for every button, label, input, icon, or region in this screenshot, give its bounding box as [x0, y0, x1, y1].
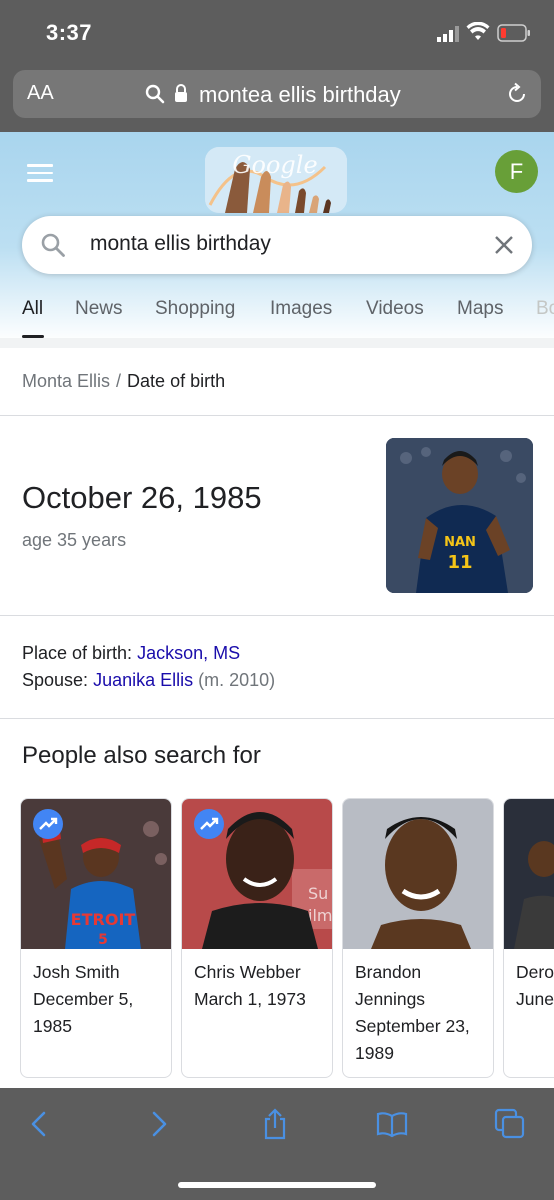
cellular-signal-icon — [437, 26, 459, 42]
tab-books[interactable]: Bo — [536, 298, 554, 320]
battery-icon — [497, 24, 530, 42]
tab-news[interactable]: News — [75, 298, 123, 320]
search-input[interactable]: monta ellis birthday — [90, 232, 271, 256]
breadcrumb: Monta Ellis / Date of birth — [22, 371, 225, 392]
spouse-note: (m. 2010) — [198, 670, 276, 690]
reader-settings-button[interactable]: AA — [27, 82, 54, 105]
person-card-text: Brandon Jennings September 23, 1989 — [355, 959, 493, 1067]
google-doodle[interactable]: Google — [205, 147, 347, 213]
reload-icon[interactable] — [505, 82, 529, 106]
place-of-birth-link[interactable]: Jackson, MS — [137, 643, 240, 663]
person-photo — [504, 799, 554, 949]
person-photo: Su ilm — [182, 799, 332, 949]
breadcrumb-subject[interactable]: Monta Ellis — [22, 371, 110, 391]
fact-label: Spouse: — [22, 670, 89, 690]
person-card[interactable]: Su ilm Chris Webber March 1, 1973 — [181, 798, 333, 1078]
person-photo: ETROIT 5 — [21, 799, 171, 949]
svg-text:ETROIT: ETROIT — [71, 910, 136, 929]
trending-icon — [194, 809, 224, 839]
svg-text:NAN: NAN — [444, 535, 476, 550]
person-card-text: Chris Webber March 1, 1973 — [194, 959, 332, 1013]
tab-all[interactable]: All — [22, 298, 43, 320]
facts-list: Place of birth: Jackson, MS Spouse: Juan… — [22, 640, 275, 694]
search-icon[interactable] — [40, 232, 66, 258]
tab-shopping[interactable]: Shopping — [155, 298, 235, 320]
status-time: 3:37 — [46, 20, 93, 45]
divider — [0, 415, 554, 416]
wifi-icon — [466, 22, 490, 40]
status-bar: 3:37 — [0, 0, 554, 64]
svg-text:Su: Su — [308, 884, 328, 903]
person-photo — [343, 799, 493, 949]
people-carousel[interactable]: ETROIT 5 Josh Smith December 5, 1985 Su … — [20, 798, 554, 1080]
tab-maps[interactable]: Maps — [457, 298, 503, 320]
svg-text:5: 5 — [98, 932, 108, 948]
forward-icon[interactable] — [142, 1108, 174, 1140]
divider — [0, 718, 554, 719]
player-photo[interactable]: NAN 11 — [386, 438, 533, 593]
svg-text:ilm: ilm — [308, 906, 332, 925]
search-icon — [145, 84, 165, 104]
person-name: Josh Smith — [33, 962, 120, 982]
person-name: Jennings — [355, 989, 426, 1009]
spouse-link[interactable]: Juanika Ellis — [93, 670, 193, 690]
person-card[interactable]: ETROIT 5 Josh Smith December 5, 1985 — [20, 798, 172, 1078]
svg-text:11: 11 — [447, 552, 472, 573]
person-birthdate: 1989 — [355, 1043, 394, 1063]
fact-spouse: Spouse: Juanika Ellis (m. 2010) — [22, 667, 275, 694]
divider — [0, 615, 554, 616]
search-box[interactable]: monta ellis birthday — [22, 216, 532, 274]
person-birthdate: March 1, 1973 — [194, 989, 306, 1009]
share-icon[interactable] — [259, 1108, 291, 1140]
answer-age: age 35 years — [22, 530, 127, 550]
breadcrumb-attribute: Date of birth — [127, 371, 226, 391]
trending-icon — [33, 809, 63, 839]
account-avatar[interactable]: F — [495, 150, 538, 193]
home-indicator[interactable] — [178, 1182, 376, 1188]
fact-place-of-birth: Place of birth: Jackson, MS — [22, 640, 275, 667]
hamburger-menu-icon[interactable] — [27, 164, 53, 182]
person-name: Dero — [516, 962, 554, 982]
person-card[interactable]: Brandon Jennings September 23, 1989 — [342, 798, 494, 1078]
person-birthdate: June — [516, 989, 554, 1009]
person-card-text: Dero June — [516, 959, 554, 1013]
address-bar[interactable]: AA montea ellis birthday — [13, 70, 541, 118]
tab-images[interactable]: Images — [270, 298, 332, 320]
fact-label: Place of birth: — [22, 643, 133, 663]
url-text: montea ellis birthday — [199, 82, 401, 107]
person-birthdate: December 5, — [33, 989, 134, 1009]
person-card[interactable]: Dero June — [503, 798, 554, 1078]
search-tabs: All News Shopping Images Videos Maps Bo — [0, 292, 554, 342]
bookmarks-icon[interactable] — [376, 1108, 408, 1140]
clear-icon[interactable] — [492, 233, 516, 257]
person-birthdate: September 23, — [355, 1016, 470, 1036]
person-name: Chris Webber — [194, 962, 301, 982]
section-separator — [0, 338, 554, 348]
tabs-icon[interactable] — [494, 1108, 526, 1140]
svg-text:Google: Google — [232, 151, 317, 179]
browser-address-area: AA montea ellis birthday — [0, 64, 554, 132]
person-birthdate: 1985 — [33, 1016, 72, 1036]
google-header: Google F monta ellis birthday All News S… — [0, 132, 554, 342]
people-also-search-title: People also search for — [22, 742, 261, 769]
lock-icon — [175, 84, 187, 102]
person-card-text: Josh Smith December 5, 1985 — [33, 959, 171, 1040]
person-name: Brandon — [355, 962, 422, 982]
tab-videos[interactable]: Videos — [366, 298, 424, 320]
back-icon[interactable] — [24, 1108, 56, 1140]
breadcrumb-separator: / — [116, 371, 122, 391]
answer-date-of-birth: October 26, 1985 — [22, 480, 262, 515]
